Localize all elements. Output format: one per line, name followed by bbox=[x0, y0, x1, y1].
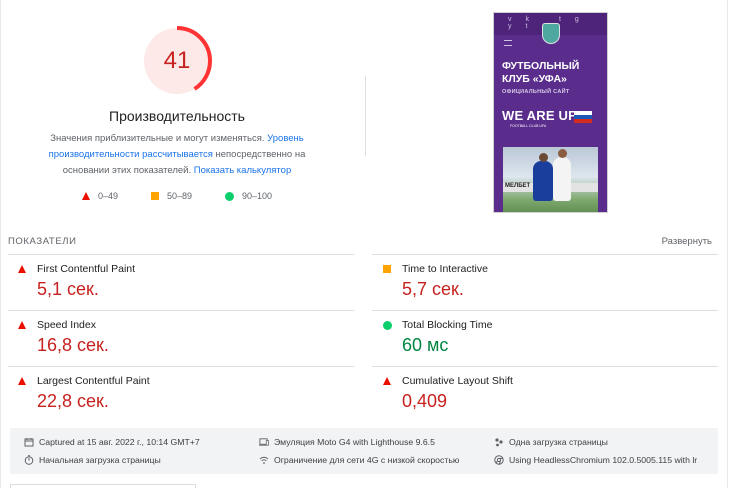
metric-name: Speed Index bbox=[37, 319, 96, 331]
average-square-icon bbox=[383, 265, 391, 273]
legend-label: 0–49 bbox=[98, 191, 119, 201]
fail-triangle-icon bbox=[383, 377, 391, 385]
metric-total-blocking-time[interactable]: Total Blocking Time 60 мс bbox=[373, 311, 703, 367]
player-head bbox=[558, 149, 567, 158]
users-icon bbox=[494, 437, 504, 447]
browser-text: Using HeadlessChromium 102.0.5005.115 wi… bbox=[509, 455, 698, 465]
pass-circle-icon bbox=[383, 321, 392, 330]
red-triangle-icon bbox=[82, 192, 90, 200]
menu-icon bbox=[504, 40, 512, 46]
show-calculator-link[interactable]: Показать калькулятор bbox=[194, 165, 291, 176]
description-text-1: Значения приблизительные и могут изменят… bbox=[50, 133, 265, 144]
wifi-icon bbox=[259, 455, 269, 465]
network-text: Ограничение для сети 4G с низкой скорост… bbox=[274, 455, 460, 465]
performance-score-value: 41 bbox=[163, 47, 191, 74]
expand-toggle[interactable]: Развернуть bbox=[662, 236, 712, 247]
captured-text: Captured at 15 авг. 2022 г., 10:14 GMT+7 bbox=[39, 437, 200, 447]
left-frame-border bbox=[0, 0, 1, 488]
preview-title-line2: КЛУБ «УФА» bbox=[502, 73, 567, 85]
emulation: Эмуляция Moto G4 with Lighthouse 9.6.5 bbox=[259, 437, 435, 447]
legend-label: 90–100 bbox=[242, 191, 273, 201]
initial-load: Начальная загрузка страницы bbox=[24, 455, 161, 465]
fail-triangle-icon bbox=[18, 265, 26, 273]
preview-photo: МЕЛБЕТ bbox=[503, 147, 598, 212]
device-icon bbox=[259, 437, 269, 447]
single-load-text: Одна загрузка страницы bbox=[509, 437, 608, 447]
timer-icon bbox=[24, 455, 34, 465]
performance-description: Значения приблизительные и могут изменят… bbox=[30, 131, 324, 179]
bottom-section-edge bbox=[10, 484, 196, 488]
green-circle-icon bbox=[225, 191, 234, 201]
metric-value: 16,8 сек. bbox=[37, 335, 109, 355]
legend-item-pass: 90–100 bbox=[225, 191, 272, 201]
metric-name: Cumulative Layout Shift bbox=[402, 375, 513, 387]
preview-subtitle: ОФИЦИАЛЬНЫЙ САЙТ bbox=[502, 89, 570, 95]
metric-value: 5,1 сек. bbox=[37, 279, 99, 299]
score-legend: 0–49 50–89 90–100 bbox=[0, 191, 354, 205]
metric-name: Time to Interactive bbox=[402, 263, 488, 275]
emulation-text: Эмуляция Moto G4 with Lighthouse 9.6.5 bbox=[274, 437, 435, 447]
metric-value: 60 мс bbox=[402, 335, 449, 355]
fail-triangle-icon bbox=[18, 321, 26, 329]
player-head bbox=[539, 153, 548, 162]
preview-slogan-sub: FOOTBALL CLUB UFA bbox=[510, 124, 547, 128]
orange-square-icon bbox=[151, 192, 159, 200]
metric-name: Largest Contentful Paint bbox=[37, 375, 150, 387]
banner-text: МЕЛБЕТ bbox=[505, 183, 531, 189]
metric-first-contentful-paint[interactable]: First Contentful Paint 5,1 сек. bbox=[8, 255, 338, 311]
metric-name: First Contentful Paint bbox=[37, 263, 136, 275]
flag-icon bbox=[574, 111, 592, 123]
runtime-settings: Captured at 15 авг. 2022 г., 10:14 GMT+7… bbox=[10, 428, 718, 474]
metric-largest-contentful-paint[interactable]: Largest Contentful Paint 22,8 сек. bbox=[8, 367, 338, 423]
club-crest-icon bbox=[542, 23, 560, 44]
metric-name: Total Blocking Time bbox=[402, 319, 493, 331]
metric-value: 0,409 bbox=[402, 391, 448, 411]
legend-item-fail: 0–49 bbox=[82, 191, 118, 201]
metric-value: 22,8 сек. bbox=[37, 391, 109, 411]
captured-at: Captured at 15 авг. 2022 г., 10:14 GMT+7 bbox=[24, 437, 200, 447]
browser-version: Using HeadlessChromium 102.0.5005.115 wi… bbox=[494, 455, 697, 465]
right-frame-border bbox=[727, 0, 728, 488]
metric-value: 5,7 сек. bbox=[402, 279, 464, 299]
preview-title: ФУТБОЛЬНЫЙ КЛУБ «УФА» bbox=[502, 60, 602, 86]
final-screenshot-preview[interactable]: vk tg yt ФУТБОЛЬНЫЙ КЛУБ «УФА» ОФИЦИАЛЬН… bbox=[493, 12, 608, 213]
metric-cumulative-layout-shift[interactable]: Cumulative Layout Shift 0,409 bbox=[373, 367, 703, 423]
network-throttling: Ограничение для сети 4G с низкой скорост… bbox=[259, 455, 459, 465]
legend-label: 50–89 bbox=[167, 191, 193, 201]
player-figure bbox=[533, 161, 553, 201]
performance-title: Производительность bbox=[109, 108, 245, 124]
vertical-divider bbox=[365, 76, 366, 156]
metrics-title: ПОКАЗАТЕЛИ bbox=[8, 236, 77, 247]
preview-slogan: WE ARE UFA bbox=[502, 108, 586, 123]
single-load: Одна загрузка страницы bbox=[494, 437, 608, 447]
metric-speed-index[interactable]: Speed Index 16,8 сек. bbox=[8, 311, 338, 367]
fail-triangle-icon bbox=[18, 377, 26, 385]
legend-item-average: 50–89 bbox=[151, 191, 192, 201]
chrome-icon bbox=[494, 455, 504, 465]
calendar-icon bbox=[24, 437, 34, 447]
player-figure bbox=[553, 157, 571, 201]
performance-score-gauge[interactable]: 41 bbox=[140, 24, 214, 98]
metric-time-to-interactive[interactable]: Time to Interactive 5,7 сек. bbox=[373, 255, 703, 311]
preview-title-line1: ФУТБОЛЬНЫЙ bbox=[502, 60, 580, 72]
initial-load-text: Начальная загрузка страницы bbox=[39, 455, 161, 465]
